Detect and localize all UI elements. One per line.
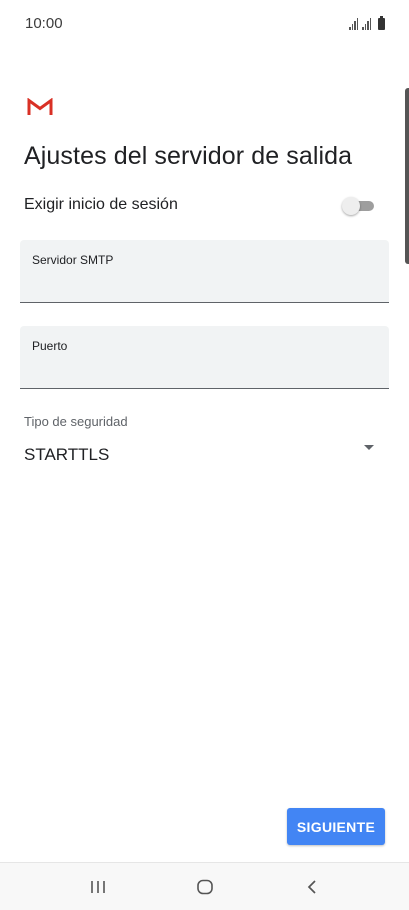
- smtp-server-field[interactable]: Servidor SMTP: [20, 240, 389, 303]
- require-login-label: Exigir inicio de sesión: [24, 196, 178, 213]
- require-login-toggle[interactable]: [342, 197, 374, 215]
- require-login-row[interactable]: Exigir inicio de sesión: [24, 190, 376, 222]
- home-button[interactable]: [175, 863, 235, 910]
- port-field[interactable]: Puerto: [20, 326, 389, 389]
- next-button[interactable]: SIGUIENTE: [287, 808, 385, 845]
- back-icon: [307, 880, 316, 894]
- gmail-logo-icon: [27, 98, 53, 115]
- toggle-thumb: [342, 197, 360, 215]
- dropdown-arrow-icon: [364, 445, 374, 450]
- status-time: 10:00: [25, 15, 63, 32]
- security-type-dropdown[interactable]: STARTTLS: [24, 441, 380, 469]
- page-title: Ajustes del servidor de salida: [24, 142, 353, 170]
- port-label: Puerto: [32, 339, 68, 353]
- security-type-label: Tipo de seguridad: [24, 414, 128, 429]
- battery-icon: [378, 16, 385, 30]
- screen: 10:00 Ajustes del servidor de salida Exi…: [0, 0, 409, 910]
- status-icons: [349, 16, 385, 30]
- port-input[interactable]: [32, 358, 372, 382]
- signal-icon: [362, 18, 371, 30]
- recents-icon: [91, 881, 105, 893]
- status-bar: 10:00: [0, 0, 409, 48]
- smtp-server-label: Servidor SMTP: [32, 253, 114, 267]
- signal-icon: [349, 18, 358, 30]
- smtp-server-input[interactable]: [32, 272, 372, 296]
- recents-button[interactable]: [68, 863, 128, 910]
- back-button[interactable]: [282, 863, 342, 910]
- edge-panel-handle[interactable]: [405, 88, 409, 264]
- home-icon: [197, 879, 213, 895]
- navigation-bar: [0, 862, 409, 910]
- security-type-value: STARTTLS: [24, 445, 110, 464]
